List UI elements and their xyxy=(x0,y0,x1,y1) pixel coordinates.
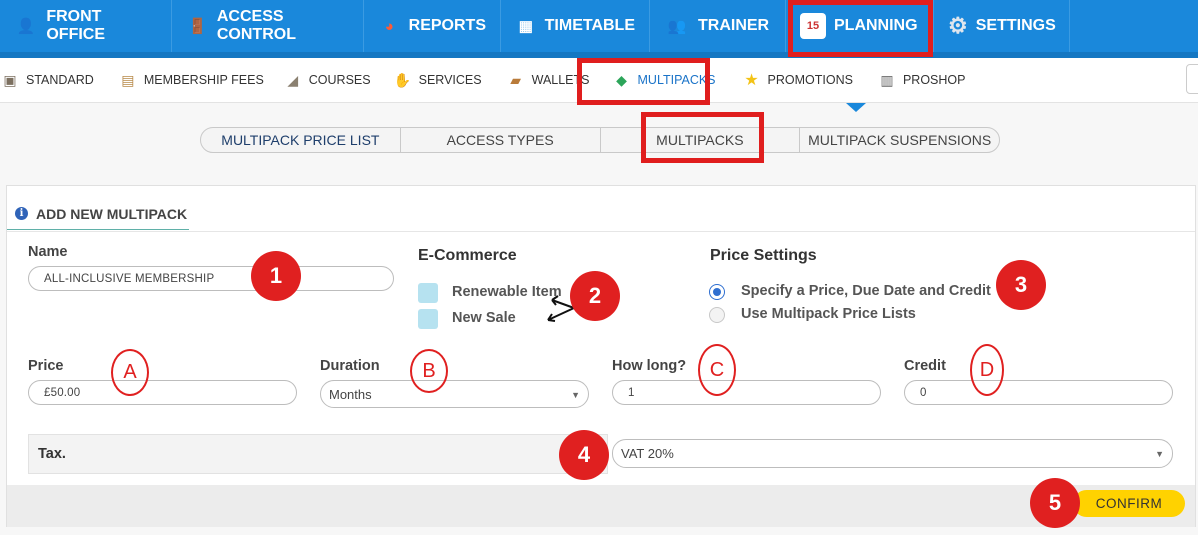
chevron-down-icon: ▼ xyxy=(1155,449,1164,459)
panel-header: i ADD NEW MULTIPACK xyxy=(7,198,189,230)
person-icon: 👤 xyxy=(16,18,36,35)
subnav-label: SERVICES xyxy=(418,73,482,87)
use-price-lists-radio[interactable] xyxy=(709,307,725,323)
new-sale-checkbox[interactable] xyxy=(418,309,438,329)
highlight-multipacks-subnav xyxy=(577,58,710,105)
nav-label: ACCESS CONTROL xyxy=(216,8,296,43)
duration-label: Duration xyxy=(320,358,380,374)
panel-divider xyxy=(7,231,1195,232)
tab-multipack-price-list[interactable]: MULTIPACK PRICE LIST xyxy=(201,128,401,152)
new-sale-label: New Sale xyxy=(452,310,516,326)
nav-timetable[interactable]: ▦ TIMETABLE xyxy=(501,0,650,52)
nav-label: REPORTS xyxy=(408,17,486,34)
active-nav-pointer xyxy=(846,103,866,112)
subnav-label: MEMBERSHIP FEES xyxy=(143,73,264,87)
duration-select[interactable]: Months ▼ xyxy=(320,380,589,408)
subnav-services[interactable]: ✋ SERVICES xyxy=(393,58,492,103)
door-icon: 🚪 xyxy=(188,18,207,35)
nav-trainer[interactable]: 👥 TRAINER xyxy=(650,0,786,52)
annotation-ring-d: D xyxy=(970,344,1004,396)
calendar-grid-icon: ▦ xyxy=(518,18,533,35)
subnav-label: STANDARD xyxy=(26,73,94,87)
pie-chart-icon: ◕ xyxy=(384,17,394,35)
highlight-multipacks-tab xyxy=(641,112,764,163)
nav-access-control[interactable]: 🚪 ACCESS CONTROL xyxy=(172,0,364,52)
highlight-planning xyxy=(788,0,933,57)
how-long-label: How long? xyxy=(612,358,687,374)
clipboard-icon: ▤ xyxy=(121,71,135,88)
confirm-button[interactable]: CONFIRM xyxy=(1073,490,1185,517)
specify-price-label: Specify a Price, Due Date and Credit xyxy=(741,283,991,299)
credit-input[interactable]: 0 xyxy=(904,380,1173,405)
trainers-icon: 👥 xyxy=(667,18,687,35)
tax-label: Tax. xyxy=(38,446,66,462)
price-label: Price xyxy=(28,358,64,374)
annotation-ring-c: C xyxy=(698,344,736,396)
nav-label: SETTINGS xyxy=(975,17,1056,34)
price-settings-title: Price Settings xyxy=(710,247,817,264)
tab-multipack-suspensions[interactable]: MULTIPACK SUSPENSIONS xyxy=(800,128,999,152)
tax-value: VAT 20% xyxy=(621,446,674,461)
how-long-input[interactable]: 1 xyxy=(612,380,881,405)
handshake-icon: ✋ xyxy=(393,71,412,88)
subnav-proshop[interactable]: ▥ PROSHOP xyxy=(877,58,976,103)
top-navigation: 👤 FRONT OFFICE 🚪 ACCESS CONTROL ◕ REPORT… xyxy=(0,0,1198,58)
annotation-ring-b: B xyxy=(410,349,448,393)
credit-label: Credit xyxy=(904,358,946,374)
wallet-icon: ▰ xyxy=(510,71,521,88)
star-icon: ★ xyxy=(744,72,759,89)
add-multipack-panel: i ADD NEW MULTIPACK xyxy=(6,185,1196,527)
subnav-label: COURSES xyxy=(308,73,371,87)
tab-access-types[interactable]: ACCESS TYPES xyxy=(401,128,601,152)
shoe-icon: ◢ xyxy=(287,71,299,88)
specify-price-radio[interactable] xyxy=(709,284,725,300)
name-input[interactable]: ALL-INCLUSIVE MEMBERSHIP xyxy=(28,266,394,291)
ecommerce-title: E-Commerce xyxy=(418,247,517,264)
subnav-label: PROMOTIONS xyxy=(767,73,853,87)
nav-settings[interactable]: ⚙ SETTINGS xyxy=(934,0,1070,52)
subnav-label: PROSHOP xyxy=(902,73,966,87)
tax-select[interactable]: VAT 20% ▼ xyxy=(612,439,1173,468)
nav-label: TRAINER xyxy=(698,17,770,34)
panel-title: ADD NEW MULTIPACK xyxy=(36,205,188,222)
annotation-ring-a: A xyxy=(111,349,149,396)
price-input[interactable]: £50.00 xyxy=(28,380,297,405)
name-label: Name xyxy=(28,244,68,260)
annotation-badge-2: 2 xyxy=(570,271,620,321)
tab-bar: MULTIPACK PRICE LIST ACCESS TYPES MULTIP… xyxy=(200,127,1000,153)
register-icon: ▥ xyxy=(880,71,894,88)
annotation-badge-1: 1 xyxy=(251,251,301,301)
subnav-standard[interactable]: ▣ STANDARD xyxy=(0,58,104,103)
subnav-membership-fees[interactable]: ▤ MEMBERSHIP FEES xyxy=(118,58,274,103)
nav-label: TIMETABLE xyxy=(544,17,635,34)
duration-value: Months xyxy=(329,386,372,402)
nav-label: FRONT OFFICE xyxy=(46,8,106,43)
nav-reports[interactable]: ◕ REPORTS xyxy=(364,0,501,52)
annotation-badge-4: 4 xyxy=(559,430,609,480)
annotation-badge-5: 5 xyxy=(1030,478,1080,528)
subnav-promotions[interactable]: ★ PROMOTIONS xyxy=(742,58,863,103)
annotation-badge-3: 3 xyxy=(996,260,1046,310)
subnav-courses[interactable]: ◢ COURSES xyxy=(283,58,381,103)
tax-row: Tax. xyxy=(28,434,608,474)
panel-footer xyxy=(7,485,1195,527)
gear-icon: ⚙ xyxy=(948,13,968,38)
box-icon: ▣ xyxy=(3,71,17,88)
chevron-down-icon: ▼ xyxy=(571,390,580,400)
renewable-item-checkbox[interactable] xyxy=(418,283,438,303)
nav-front-office[interactable]: 👤 FRONT OFFICE xyxy=(0,0,172,52)
use-price-lists-label: Use Multipack Price Lists xyxy=(741,306,916,322)
subnav-overflow-control[interactable] xyxy=(1186,64,1198,94)
info-icon: i xyxy=(15,207,28,220)
